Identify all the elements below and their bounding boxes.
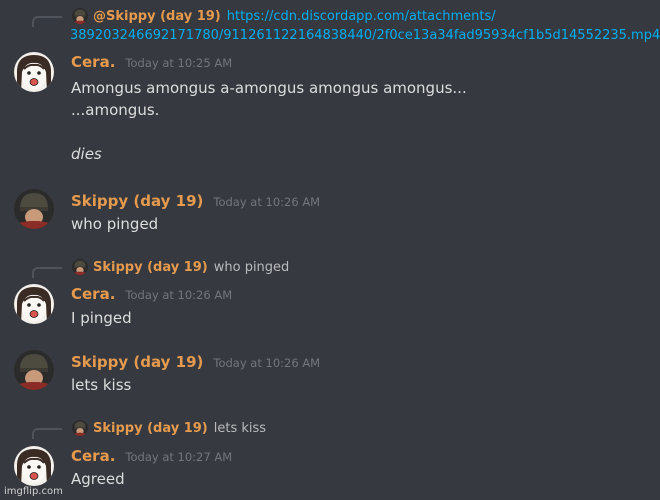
- reply-text[interactable]: who pinged: [214, 260, 290, 275]
- author-name[interactable]: Cera.: [71, 447, 115, 465]
- reply-preview[interactable]: @Skippy (day 19) https://cdn.discordapp.…: [72, 8, 496, 24]
- reply-preview[interactable]: Skippy (day 19) lets kiss: [72, 420, 266, 436]
- imgflip-watermark: imgflip.com: [4, 486, 63, 497]
- author-name[interactable]: Cera.: [71, 53, 115, 71]
- cera-avatar[interactable]: [14, 446, 54, 486]
- author-name[interactable]: Cera.: [71, 285, 115, 303]
- author-name[interactable]: Skippy (day 19): [71, 192, 203, 210]
- reply-connector: [32, 428, 62, 439]
- timestamp[interactable]: Today at 10:26 AM: [213, 356, 320, 370]
- cera-avatar[interactable]: [14, 52, 54, 92]
- author-name[interactable]: Skippy (day 19): [71, 353, 203, 371]
- reply-link[interactable]: https://cdn.discordapp.com/attachments/: [227, 9, 496, 24]
- message-line-blank: [71, 121, 467, 143]
- reply-preview[interactable]: Skippy (day 19) who pinged: [72, 259, 289, 275]
- timestamp[interactable]: Today at 10:27 AM: [125, 450, 232, 464]
- message-line: lets kiss: [71, 376, 132, 394]
- message-line: Amongus amongus a-amongus amongus amongu…: [71, 79, 467, 97]
- skippy-mini-avatar-icon: [72, 259, 88, 275]
- message-line: ...amongus.: [71, 101, 160, 119]
- skippy-avatar[interactable]: [14, 189, 54, 229]
- skippy-avatar[interactable]: [14, 350, 54, 390]
- reply-connector: [32, 267, 62, 278]
- message-content: Agreed: [71, 468, 125, 490]
- timestamp[interactable]: Today at 10:26 AM: [213, 195, 320, 209]
- message-content: lets kiss: [71, 374, 131, 396]
- reply-author[interactable]: Skippy (day 19): [93, 421, 208, 436]
- message-content: who pinged: [71, 213, 158, 235]
- message-line: I pinged: [71, 309, 132, 327]
- cera-avatar[interactable]: [14, 284, 54, 324]
- reply-text[interactable]: lets kiss: [214, 421, 266, 436]
- message-line: who pinged: [71, 215, 159, 233]
- message-content: I pinged: [71, 307, 132, 329]
- reply-link-continued[interactable]: 389203246692171780/911261122164838440/2f…: [70, 28, 660, 43]
- reply-author[interactable]: Skippy (day 19): [93, 260, 208, 275]
- timestamp[interactable]: Today at 10:25 AM: [125, 56, 232, 70]
- message-content: Amongus amongus a-amongus amongus amongu…: [71, 77, 467, 165]
- message-line-italic: dies: [71, 145, 102, 163]
- message-line: Agreed: [71, 470, 125, 488]
- reply-connector: [32, 16, 62, 27]
- reply-author[interactable]: @Skippy (day 19): [93, 9, 221, 24]
- skippy-mini-avatar-icon: [72, 8, 88, 24]
- skippy-mini-avatar-icon: [72, 420, 88, 436]
- timestamp[interactable]: Today at 10:26 AM: [125, 288, 232, 302]
